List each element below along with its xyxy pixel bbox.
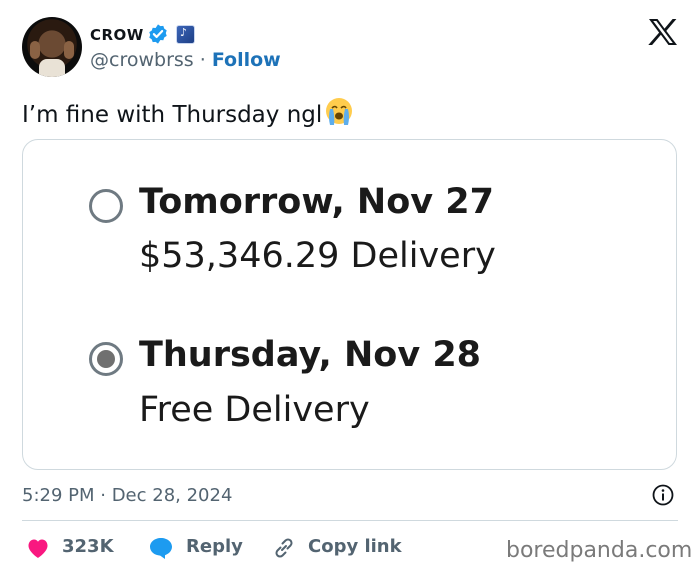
affiliate-badge-icon: ♪	[176, 25, 195, 44]
divider	[22, 520, 678, 521]
x-logo-icon[interactable]	[648, 18, 678, 46]
link-icon[interactable]	[272, 536, 296, 560]
like-count[interactable]: 323K	[62, 536, 114, 557]
option-title-thursday: Thursday, Nov 28	[139, 335, 482, 375]
delivery-options-image[interactable]: Tomorrow, Nov 27 $53,346.29 Delivery Thu…	[22, 139, 677, 470]
tweet-timestamp[interactable]: 5:29 PM · Dec 28, 2024	[22, 485, 232, 506]
reply-icon[interactable]	[148, 536, 174, 560]
follow-button[interactable]: Follow	[212, 49, 281, 71]
tweet-text-content: I’m fine with Thursday ngl	[22, 102, 323, 128]
info-icon[interactable]	[652, 484, 674, 506]
copy-link-button[interactable]: Copy link	[308, 536, 402, 557]
verified-badge-icon	[149, 24, 167, 44]
handle-separator: ·	[199, 49, 206, 71]
radio-thursday	[89, 342, 123, 376]
tweet-text: I’m fine with Thursday ngl	[22, 96, 354, 128]
heart-icon[interactable]	[26, 537, 50, 559]
avatar[interactable]	[22, 17, 82, 77]
display-name[interactable]: CROW	[90, 26, 144, 44]
option-price-thursday: Free Delivery	[139, 390, 370, 430]
radio-tomorrow	[89, 189, 123, 223]
author-handle-line: @crowbrss · Follow	[90, 49, 281, 71]
reply-button[interactable]: Reply	[186, 536, 243, 557]
option-title-tomorrow: Tomorrow, Nov 27	[139, 182, 494, 222]
avatar-shirt	[39, 59, 65, 77]
loudly-crying-face-icon	[326, 98, 353, 125]
avatar-hand-left	[30, 41, 40, 59]
watermark: boredpanda.com	[506, 538, 693, 563]
option-price-tomorrow: $53,346.29 Delivery	[139, 236, 496, 276]
avatar-hand-right	[64, 41, 74, 59]
author-handle[interactable]: @crowbrss	[90, 49, 194, 71]
